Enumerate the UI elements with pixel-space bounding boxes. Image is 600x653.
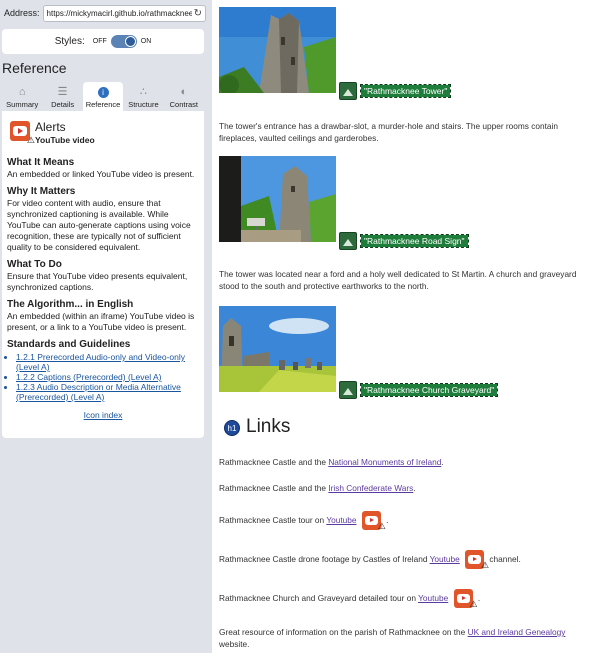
tab-contrast[interactable]: ◐ Contrast [164, 82, 204, 111]
structure-icon: ∴ [139, 86, 147, 98]
styles-toggle[interactable] [110, 35, 137, 48]
contrast-icon: ◐ [180, 86, 188, 98]
list-item: 1.2.3 Audio Description or Media Alterna… [16, 382, 199, 402]
text: . [477, 593, 481, 603]
tab-label: Reference [85, 100, 121, 109]
what-heading: What It Means [7, 157, 75, 168]
youtube-alert-icon[interactable]: ⚠ [453, 589, 478, 609]
algorithm-heading: The Algorithm... in English [7, 299, 134, 310]
paragraph-line: The tower was located near a ford and a … [219, 269, 577, 279]
link-paragraph-2: Rathmacknee Castle and the Irish Confede… [219, 482, 416, 494]
paragraph-line: stood to the south and protective earthw… [219, 281, 429, 291]
standard-link[interactable]: 1.2.3 Audio Description or Media Alterna… [16, 382, 181, 402]
tower-photo [219, 7, 336, 93]
why-text: For video content with audio, ensure tha… [7, 198, 191, 252]
tab-label: Structure [128, 100, 159, 109]
text: channel. [489, 554, 521, 564]
genealogy-link[interactable]: UK and Ireland Genealogy [468, 627, 566, 637]
link-paragraph-4: Rathmacknee Castle drone footage by Cast… [219, 549, 521, 570]
tab-summary[interactable]: ⌂ Summary [2, 82, 42, 111]
text: Rathmacknee Castle tour on [219, 515, 327, 525]
algorithm-text: An embedded (within an iframe) YouTube v… [7, 311, 195, 332]
standards-list: 1.2.1 Prerecorded Audio-only and Video-o… [7, 352, 199, 402]
link-paragraph-1: Rathmacknee Castle and the National Monu… [219, 456, 444, 468]
list-icon: ☰ [57, 86, 68, 98]
image-alt-text: "Rathmacknee Church Graveyard" [359, 383, 499, 397]
tab-reference[interactable]: i Reference [82, 82, 124, 111]
paragraph-2: The tower was located near a ford and a … [219, 268, 576, 292]
list-item: 1.2.1 Prerecorded Audio-only and Video-o… [16, 352, 199, 372]
tab-bar: ⌂ Summary ☰ Details i Reference ∴ Struct… [2, 82, 204, 111]
address-input[interactable]: https://mickymacirl.github.io/rathmackne… [42, 4, 206, 22]
styles-label: Styles: [54, 36, 85, 47]
image-alt-badge-1: "Rathmacknee Tower" [339, 82, 452, 100]
info-icon: i [97, 87, 109, 98]
text: Rathmacknee Castle and the [219, 483, 329, 493]
paragraph-1: The tower's entrance has a drawbar-slot,… [219, 120, 558, 144]
list-item: 1.2.2 Captions (Prerecorded) (Level A) [16, 372, 199, 382]
address-label: Address: [4, 8, 40, 18]
standards-heading: Standards and Guidelines [7, 339, 131, 350]
image-alt-text: "Rathmacknee Tower" [359, 84, 452, 98]
alert-title: Alerts [35, 120, 66, 134]
church-graveyard-photo [219, 306, 336, 392]
youtube-alert-icon[interactable]: ⚠ [465, 550, 489, 570]
text: Great resource of information on the par… [219, 627, 468, 637]
icon-index-link[interactable]: Icon index [7, 410, 199, 420]
image-alt-badge-3: "Rathmacknee Church Graveyard" [339, 381, 499, 399]
standard-link[interactable]: 1.2.2 Captions (Prerecorded) (Level A) [16, 372, 162, 382]
tab-structure[interactable]: ∴ Structure [123, 82, 163, 111]
youtube-alert-icon[interactable]: ⚠ [361, 511, 386, 531]
reload-icon[interactable]: ↻ [194, 8, 202, 19]
toggle-on-label: ON [140, 38, 152, 45]
panel-heading: Reference [2, 60, 67, 76]
youtube-link[interactable]: Youtube [430, 554, 460, 564]
address-bar: Address: https://mickymacirl.github.io/r… [4, 4, 206, 22]
confederate-wars-link[interactable]: Irish Confederate Wars [328, 483, 413, 493]
text: . [386, 515, 389, 525]
text: . [441, 457, 444, 467]
todo-text: Ensure that YouTube video presents equiv… [7, 271, 188, 292]
links-heading: Links [246, 416, 291, 437]
reference-card: ⚠ Alerts YouTube video What It Means An … [2, 111, 204, 438]
why-heading: Why It Matters [7, 186, 76, 197]
toggle-knob [124, 36, 136, 47]
text: Rathmacknee Castle and the [219, 457, 329, 467]
image-alt-badge-2: "Rathmacknee Road Sign" [339, 232, 469, 250]
styles-toggle-row: Styles: OFF ON [2, 29, 204, 54]
national-monuments-link[interactable]: National Monuments of Ireland [328, 457, 441, 467]
tab-label: Summary [6, 100, 39, 109]
image-icon [339, 232, 357, 250]
toggle-off-label: OFF [92, 38, 107, 45]
paragraph-line: The tower's entrance has a drawbar-slot,… [219, 121, 559, 131]
sa11y-panel: Address: https://mickymacirl.github.io/r… [0, 0, 212, 653]
link-paragraph-5: Rathmacknee Church and Graveyard detaile… [219, 588, 481, 609]
tab-label: Details [51, 100, 75, 109]
address-url[interactable]: https://mickymacirl.github.io/rathmackne… [47, 9, 192, 18]
tab-label: Contrast [169, 100, 198, 109]
heading-level-badge: h1 [224, 420, 240, 436]
youtube-link[interactable]: Youtube [326, 515, 356, 525]
image-icon [339, 82, 357, 100]
youtube-link[interactable]: Youtube [418, 593, 448, 603]
tab-details[interactable]: ☰ Details [42, 82, 82, 111]
todo-heading: What To Do [7, 259, 62, 270]
standard-link[interactable]: 1.2.1 Prerecorded Audio-only and Video-o… [16, 352, 185, 372]
youtube-alert-icon: ⚠ [10, 121, 35, 145]
link-paragraph-3: Rathmacknee Castle tour on Youtube ⚠ . [219, 510, 389, 531]
image-alt-text: "Rathmacknee Road Sign" [360, 234, 469, 248]
text: Rathmacknee Castle drone footage by Cast… [219, 554, 430, 564]
link-paragraph-6: Great resource of information on the par… [219, 626, 565, 650]
road-sign-photo [219, 156, 336, 242]
text: Rathmacknee Church and Graveyard detaile… [219, 593, 419, 603]
text: . [413, 483, 416, 493]
alert-header: ⚠ Alerts YouTube video [7, 121, 199, 151]
paragraph-line: fireplaces, vaulted ceilings and gardero… [219, 133, 379, 143]
alert-subtitle: YouTube video [35, 135, 95, 145]
home-icon: ⌂ [18, 86, 26, 98]
text: website. [219, 639, 250, 649]
image-icon [339, 381, 357, 399]
what-text: An embedded or linked YouTube video is p… [7, 169, 195, 179]
